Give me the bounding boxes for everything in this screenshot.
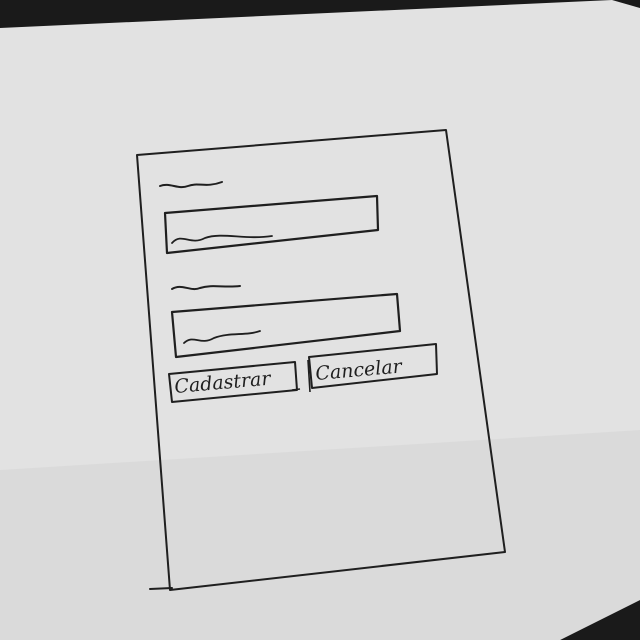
sketch-canvas: Cadastrar Cancelar [0, 0, 640, 640]
